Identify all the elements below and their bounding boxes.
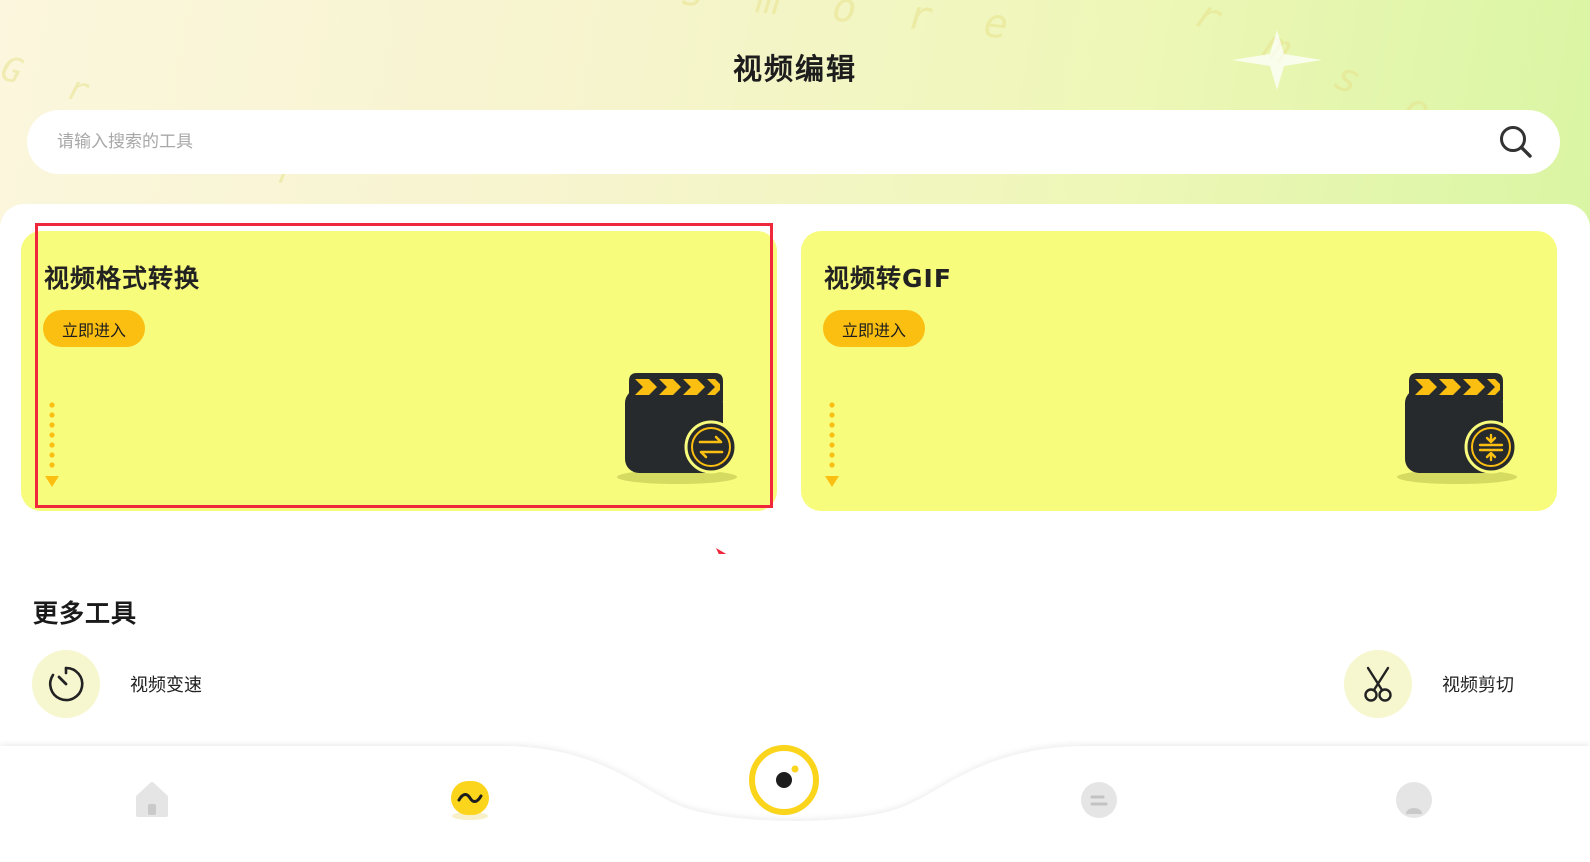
dotted-arrow-icon [825,402,839,487]
section-title: 更多工具 [33,599,138,628]
search-input[interactable] [57,110,1457,174]
card-title: 视频转GIF [824,264,952,293]
tool-video-speed[interactable]: 视频变速 [32,650,202,718]
enter-button[interactable]: 立即进入 [823,310,926,347]
tab-capture[interactable] [748,744,820,820]
tool-label: 视频变速 [130,675,202,696]
highlight-box [35,223,773,508]
tab-tools[interactable] [448,778,492,826]
search-bar[interactable] [27,110,1560,174]
page-title: 视频编辑 [732,52,857,86]
message-icon [1081,782,1117,818]
scissors-icon [1364,666,1392,702]
tool-icon-wrap [32,650,100,718]
speed-timer-icon [48,666,84,702]
decor-text: s m o r e [678,0,1025,50]
wave-icon [451,781,489,820]
bottom-tab-bar [0,740,1590,862]
tab-home[interactable] [130,778,174,826]
tab-messages[interactable] [1077,778,1121,826]
tab-profile[interactable] [1392,778,1436,826]
feature-card-video-to-gif[interactable]: 视频转GIF 立即进入 [801,231,1557,511]
tool-video-cut[interactable]: 视频剪切 [1344,650,1514,718]
clapperboard-compress-icon [1397,373,1518,484]
tool-label: 视频剪切 [1442,675,1514,696]
tool-icon-wrap [1344,650,1412,718]
home-icon [136,782,168,817]
search-icon[interactable] [1498,124,1534,160]
profile-icon [1396,782,1432,818]
camera-record-icon [749,745,819,815]
more-tools-section: 更多工具 视频变速 视频剪切 [0,554,1590,754]
